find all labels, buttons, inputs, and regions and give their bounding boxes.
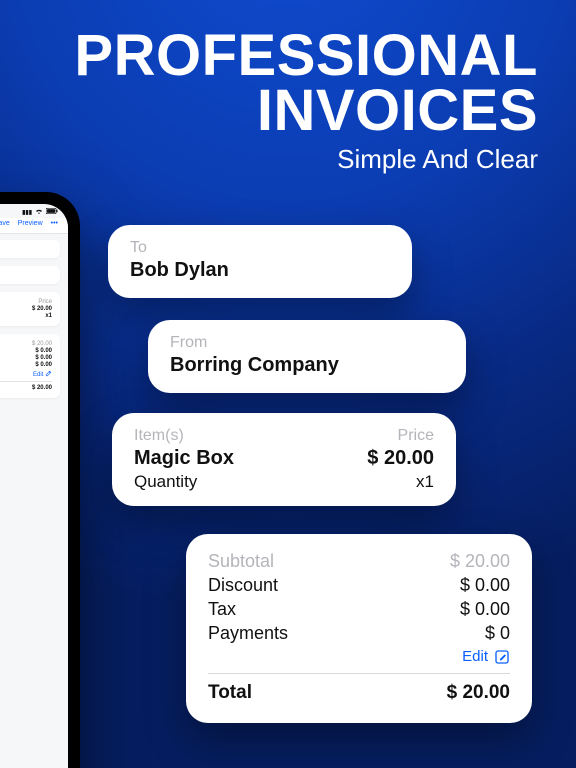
ipad-total: $ 20.00	[32, 385, 52, 391]
edit-button[interactable]: Edit	[208, 648, 510, 665]
ipad-card-to	[0, 240, 60, 258]
headline-line2: INVOICES	[257, 78, 538, 143]
ipad-subtotal: $ 20.00	[32, 341, 52, 347]
to-label: To	[130, 239, 390, 257]
tax-value: $ 0.00	[460, 599, 510, 620]
discount-label: Discount	[208, 575, 278, 596]
payments-value: $ 0	[485, 623, 510, 644]
callout-card-from: From Borring Company	[148, 320, 466, 393]
discount-value: $ 0.00	[460, 575, 510, 596]
callout-card-items: Item(s) Price Magic Box $ 20.00 Quantity…	[112, 413, 456, 506]
ipad-card-items: Price $ 20.00 x1	[0, 292, 60, 326]
headline-subtitle: Simple And Clear	[74, 144, 538, 175]
item-qty: x1	[416, 472, 434, 492]
ipad-payments: $ 0.00	[35, 362, 52, 368]
ipad-mockup: ▮▮▮ Save Preview ••• Price $ 20.00 x1	[0, 192, 80, 768]
ipad-screen: ▮▮▮ Save Preview ••• Price $ 20.00 x1	[0, 204, 68, 768]
nav-preview-button[interactable]: Preview	[18, 220, 43, 227]
nav-more-button[interactable]: •••	[51, 220, 58, 227]
payments-label: Payments	[208, 623, 288, 644]
wifi-icon	[35, 208, 43, 216]
callout-card-totals: Subtotal $ 20.00 Discount $ 0.00 Tax $ 0…	[186, 534, 532, 723]
ipad-navbar: Save Preview •••	[0, 218, 68, 234]
ipad-item-qty: x1	[45, 313, 52, 319]
subtotal-value: $ 20.00	[450, 551, 510, 572]
item-price: $ 20.00	[367, 447, 434, 470]
nav-save-button[interactable]: Save	[0, 220, 10, 227]
tax-label: Tax	[208, 599, 236, 620]
subtotal-label: Subtotal	[208, 551, 274, 572]
battery-icon	[46, 208, 58, 216]
ipad-edit-button[interactable]: Edit	[0, 370, 52, 378]
callout-card-to: To Bob Dylan	[108, 225, 412, 298]
ipad-item-price-label: Price	[38, 299, 52, 305]
ipad-card-totals: $ 20.00 $ 0.00 $ 0.00 $ 0.00 Edit $ 20.0…	[0, 334, 60, 398]
to-value: Bob Dylan	[130, 259, 390, 282]
items-header-label: Item(s)	[134, 427, 184, 445]
ipad-card-from	[0, 266, 60, 284]
ipad-statusbar: ▮▮▮	[0, 204, 68, 218]
divider	[208, 673, 510, 674]
total-label: Total	[208, 682, 252, 704]
item-name: Magic Box	[134, 447, 234, 470]
signal-icon: ▮▮▮	[22, 209, 32, 216]
edit-label: Edit	[462, 648, 488, 665]
items-price-label: Price	[398, 427, 434, 445]
edit-icon	[494, 649, 510, 665]
ipad-tax: $ 0.00	[35, 355, 52, 361]
total-value: $ 20.00	[447, 682, 510, 704]
from-value: Borring Company	[170, 354, 444, 377]
item-qty-label: Quantity	[134, 472, 197, 492]
marketing-headline: PROFESSIONAL INVOICES Simple And Clear	[74, 28, 538, 175]
ipad-item-price: $ 20.00	[32, 306, 52, 312]
from-label: From	[170, 334, 444, 352]
ipad-discount: $ 0.00	[35, 348, 52, 354]
